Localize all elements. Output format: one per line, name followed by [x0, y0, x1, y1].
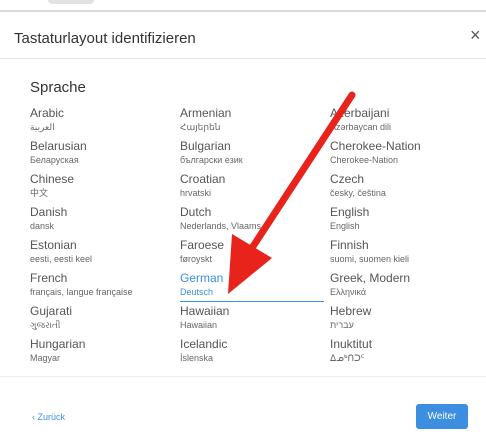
- language-native-name: ગુજરાતી: [30, 320, 61, 330]
- language-name: Cherokee-Nation: [330, 139, 421, 153]
- language-option[interactable]: Arabic العربية: [30, 106, 170, 136]
- language-native-name: česky, čeština: [330, 188, 386, 198]
- language-option[interactable]: Bulgarian български език: [180, 139, 320, 169]
- dialog-title: Tastaturlayout identifizieren: [14, 30, 196, 47]
- language-native-name: Հայերեն: [180, 122, 221, 132]
- language-option[interactable]: Armenian Հայերեն: [180, 106, 320, 136]
- language-name: Chinese: [30, 172, 75, 186]
- language-option[interactable]: German Deutsch: [180, 271, 324, 302]
- language-native-name: Беларуская: [30, 155, 79, 165]
- language-name: French: [30, 271, 68, 285]
- header-divider: [0, 58, 486, 59]
- background-window-fragment: [48, 0, 94, 4]
- language-name: English: [330, 205, 370, 219]
- language-native-name: Ελληνικά: [330, 287, 367, 297]
- language-option[interactable]: English English: [330, 205, 470, 235]
- language-name: Azerbaijani: [330, 106, 390, 120]
- language-name: Dutch: [180, 205, 212, 219]
- language-option[interactable]: Cherokee-Nation Cherokee-Nation: [330, 139, 470, 169]
- language-native-name: Deutsch: [180, 287, 214, 297]
- language-native-name: Íslenska: [180, 353, 214, 363]
- language-name: Czech: [330, 172, 365, 186]
- language-native-name: Azərbaycan dili: [330, 122, 392, 132]
- language-option[interactable]: Faroese føroyskt: [180, 238, 320, 268]
- language-native-name: eesti, eesti keel: [30, 254, 93, 264]
- language-name: Bulgarian: [180, 139, 231, 153]
- language-option[interactable]: French français, langue française: [30, 271, 170, 301]
- language-option[interactable]: Greek, Modern Ελληνικά: [330, 271, 470, 301]
- footer-divider: [0, 376, 486, 377]
- language-name: Hawaiian: [180, 304, 230, 318]
- language-native-name: العربية: [30, 122, 55, 132]
- language-name: Gujarati: [30, 304, 73, 318]
- language-native-name: dansk: [30, 221, 55, 231]
- language-name: Belarusian: [30, 139, 87, 153]
- language-name: Icelandic: [180, 337, 228, 351]
- language-name: Arabic: [30, 106, 65, 120]
- language-native-name: Nederlands, Vlaams: [180, 221, 262, 231]
- language-native-name: hrvatski: [180, 188, 212, 198]
- language-native-name: English: [330, 221, 360, 231]
- language-native-name: български език: [180, 155, 243, 165]
- language-native-name: suomi, suomen kieli: [330, 254, 410, 264]
- next-button[interactable]: Weiter: [416, 404, 468, 429]
- language-option[interactable]: Croatian hrvatski: [180, 172, 320, 202]
- language-name: Greek, Modern: [330, 271, 411, 285]
- background-window-strip: [0, 0, 486, 12]
- language-name: Finnish: [330, 238, 369, 252]
- keyboard-layout-dialog: Tastaturlayout identifizieren × Sprache …: [0, 12, 486, 432]
- language-native-name: Cherokee-Nation: [330, 155, 399, 165]
- language-option[interactable]: Dutch Nederlands, Vlaams: [180, 205, 320, 235]
- language-option[interactable]: Belarusian Беларуская: [30, 139, 170, 169]
- language-option[interactable]: Hawaiian Hawaiian: [180, 304, 320, 334]
- language-native-name: français, langue française: [30, 287, 133, 297]
- language-name: Croatian: [180, 172, 226, 186]
- language-option[interactable]: Danish dansk: [30, 205, 170, 235]
- language-name: Armenian: [180, 106, 232, 120]
- language-option[interactable]: Hebrew עברית: [330, 304, 470, 334]
- language-name: German: [180, 271, 224, 285]
- language-native-name: 中文: [30, 188, 49, 198]
- language-name: Hungarian: [30, 337, 86, 351]
- language-name: Faroese: [180, 238, 225, 252]
- language-list[interactable]: Arabic العربية Armenian Հայերեն Azerbaijani A…: [30, 106, 480, 376]
- language-native-name: føroyskt: [180, 254, 213, 264]
- language-native-name: Magyar: [30, 353, 61, 363]
- language-native-name: עברית: [330, 320, 354, 330]
- language-option[interactable]: Gujarati ગુજરાતી: [30, 304, 170, 334]
- section-label-language: Sprache: [30, 79, 86, 96]
- language-native-name: Hawaiian: [180, 320, 218, 330]
- language-option[interactable]: Finnish suomi, suomen kieli: [330, 238, 470, 268]
- language-name: Estonian: [30, 238, 77, 252]
- back-button[interactable]: ‹ Zurück: [32, 412, 65, 422]
- language-option[interactable]: Chinese 中文: [30, 172, 170, 202]
- language-option[interactable]: Inuktitut ᐃᓄᒃᑎᑐᑦ: [330, 337, 470, 367]
- language-name: Hebrew: [330, 304, 372, 318]
- language-name: Danish: [30, 205, 68, 219]
- language-name: Inuktitut: [330, 337, 373, 351]
- language-option[interactable]: Estonian eesti, eesti keel: [30, 238, 170, 268]
- language-option[interactable]: Azerbaijani Azərbaycan dili: [330, 106, 470, 136]
- language-option[interactable]: Hungarian Magyar: [30, 337, 170, 367]
- language-option[interactable]: Czech česky, čeština: [330, 172, 470, 202]
- language-native-name: ᐃᓄᒃᑎᑐᑦ: [330, 353, 365, 363]
- close-icon[interactable]: ×: [470, 26, 486, 44]
- language-option[interactable]: Icelandic Íslenska: [180, 337, 320, 367]
